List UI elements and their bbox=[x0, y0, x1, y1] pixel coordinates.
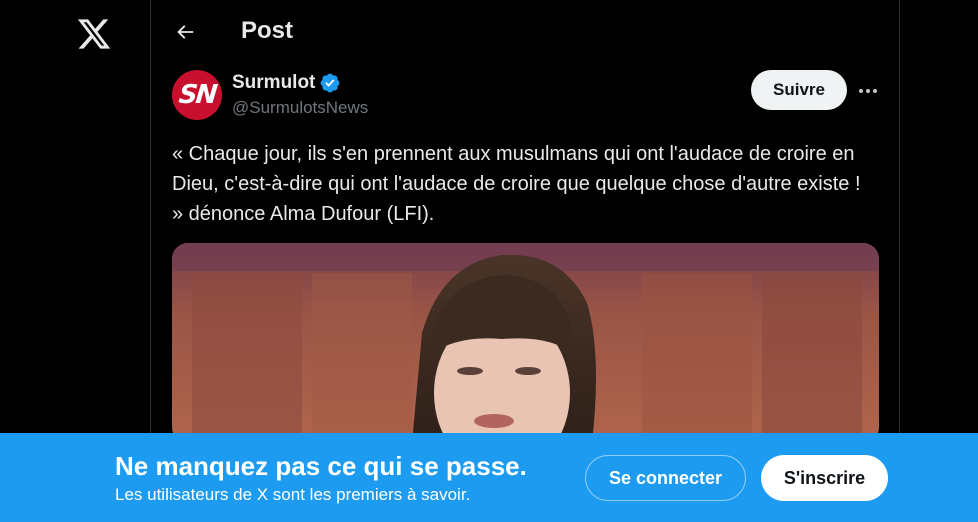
signup-button[interactable]: S'inscrire bbox=[761, 455, 888, 501]
signup-banner: Ne manquez pas ce qui se passe. Les util… bbox=[0, 433, 978, 522]
verified-badge-icon bbox=[320, 73, 340, 93]
x-logo-icon[interactable] bbox=[76, 16, 112, 52]
banner-subtitle: Les utilisateurs de X sont les premiers … bbox=[115, 485, 471, 504]
author-handle[interactable]: @SurmulotsNews bbox=[232, 98, 368, 118]
arrow-left-icon bbox=[177, 25, 194, 39]
header: Post bbox=[151, 0, 899, 64]
author-name-row[interactable]: Surmulot bbox=[232, 72, 341, 94]
avatar-logo-text: SN bbox=[177, 80, 217, 110]
avatar[interactable]: SN bbox=[172, 70, 222, 120]
banner-title: Ne manquez pas ce qui se passe. bbox=[115, 451, 527, 481]
page-title: Post bbox=[241, 17, 294, 44]
login-button[interactable]: Se connecter bbox=[585, 455, 746, 501]
author-name[interactable]: Surmulot bbox=[232, 72, 315, 94]
post-text: « Chaque jour, ils s'en prennent aux mus… bbox=[172, 143, 861, 225]
more-dots-icon bbox=[858, 89, 879, 93]
post-video[interactable] bbox=[172, 243, 879, 443]
back-button[interactable] bbox=[167, 14, 203, 50]
follow-button[interactable]: Suivre bbox=[751, 70, 847, 110]
more-options-button[interactable] bbox=[853, 76, 883, 106]
